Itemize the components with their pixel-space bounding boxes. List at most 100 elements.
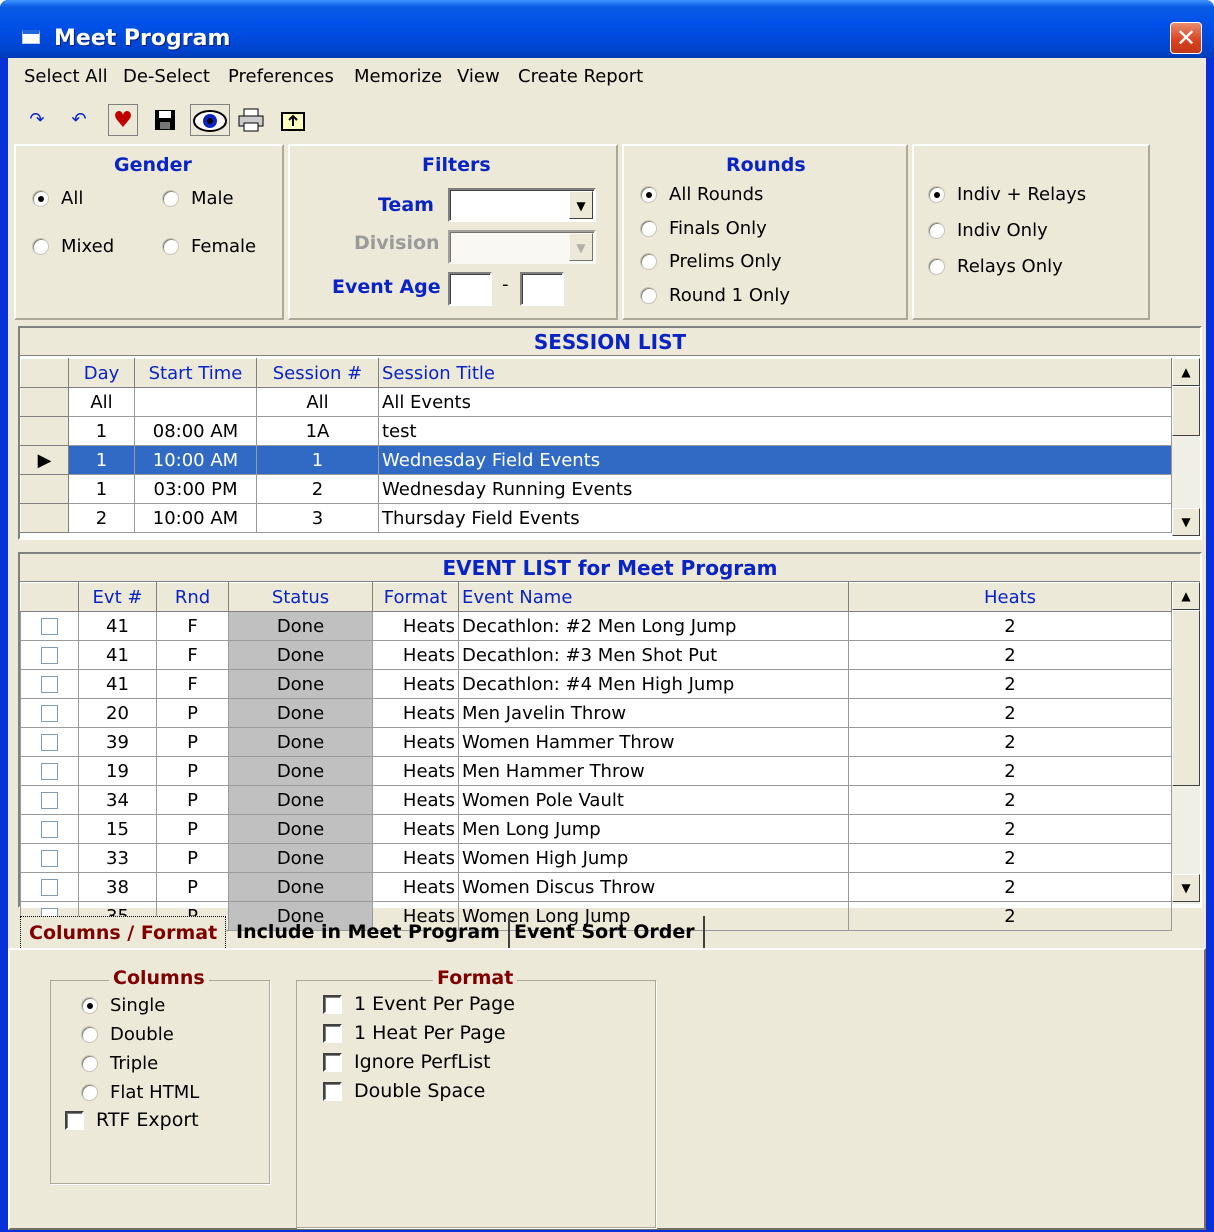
session-row[interactable]: All All All Events: [20, 387, 1172, 417]
evt-number-cell: 38: [78, 872, 157, 902]
session-list-title: SESSION LIST: [20, 328, 1200, 356]
event-row-checkbox[interactable]: [20, 843, 79, 873]
col-session-number[interactable]: Session #: [256, 358, 379, 388]
event-row-checkbox[interactable]: [20, 698, 79, 728]
session-row[interactable]: 1 08:00 AM 1A test: [20, 416, 1172, 446]
event-row[interactable]: 41 F Done Heats Decathlon: #2 Men Long Jump 2: [20, 611, 1172, 641]
close-button[interactable]: ✕: [1170, 22, 1202, 54]
gender-male-radio[interactable]: Male: [162, 188, 234, 209]
event-row[interactable]: 15 P Done Heats Men Long Jump 2: [20, 814, 1172, 844]
session-row-selected[interactable]: ▶ 1 10:00 AM 1 Wednesday Field Events: [20, 445, 1172, 475]
columns-single-radio[interactable]: Single: [81, 995, 165, 1016]
event-row[interactable]: 34 P Done Heats Women Pole Vault 2: [20, 785, 1172, 815]
heats-cell: 2: [848, 843, 1172, 873]
rounds-all-radio[interactable]: All Rounds: [640, 184, 763, 205]
one-heat-per-page-checkbox[interactable]: 1 Heat Per Page: [323, 1022, 506, 1044]
event-row-checkbox[interactable]: [20, 669, 79, 699]
print-icon[interactable]: [236, 104, 266, 136]
col-round[interactable]: Rnd: [156, 582, 229, 612]
scroll-thumb[interactable]: [1172, 610, 1200, 786]
col-format[interactable]: Format: [372, 582, 459, 612]
columns-double-radio[interactable]: Double: [81, 1024, 174, 1045]
undo-icon[interactable]: ↶: [64, 104, 94, 136]
rounds-round1-radio[interactable]: Round 1 Only: [640, 285, 790, 306]
chevron-down-icon[interactable]: ▼: [569, 233, 593, 261]
event-row-checkbox[interactable]: [20, 611, 79, 641]
event-row-checkbox[interactable]: [20, 756, 79, 786]
event-row[interactable]: 20 P Done Heats Men Javelin Throw 2: [20, 698, 1172, 728]
rounds-finals-radio[interactable]: Finals Only: [640, 218, 767, 239]
scroll-down-icon[interactable]: ▼: [1172, 874, 1200, 902]
event-row[interactable]: 19 P Done Heats Men Hammer Throw 2: [20, 756, 1172, 786]
event-row[interactable]: 38 P Done Heats Women Discus Throw 2: [20, 872, 1172, 902]
event-row-checkbox[interactable]: [20, 640, 79, 670]
one-event-per-page-checkbox[interactable]: 1 Event Per Page: [323, 993, 515, 1015]
event-row[interactable]: 39 P Done Heats Women Hammer Throw 2: [20, 727, 1172, 757]
chevron-down-icon[interactable]: ▼: [569, 191, 593, 219]
session-row[interactable]: 2 10:00 AM 3 Thursday Field Events: [20, 503, 1172, 533]
format-cell: Heats: [372, 814, 459, 844]
session-scrollbar[interactable]: ▲ ▼: [1172, 358, 1200, 536]
col-status[interactable]: Status: [228, 582, 373, 612]
col-day[interactable]: Day: [68, 358, 135, 388]
event-scrollbar[interactable]: ▲ ▼: [1172, 582, 1200, 904]
event-age-to-input[interactable]: [520, 272, 564, 306]
export-icon[interactable]: [278, 104, 308, 136]
col-evt-number[interactable]: Evt #: [78, 582, 157, 612]
division-combo[interactable]: ▼: [448, 230, 596, 264]
rtf-export-checkbox[interactable]: RTF Export: [65, 1109, 199, 1131]
event-row-checkbox[interactable]: [20, 814, 79, 844]
tab-event-sort-order[interactable]: Event Sort Order: [506, 916, 705, 950]
event-row[interactable]: 41 F Done Heats Decathlon: #4 Men High Jump 2: [20, 669, 1172, 699]
menu-select-all[interactable]: Select All: [24, 66, 108, 87]
tab-columns-format[interactable]: Columns / Format: [20, 916, 227, 950]
save-icon[interactable]: [150, 104, 180, 136]
scroll-up-icon[interactable]: ▲: [1172, 358, 1200, 386]
team-combo[interactable]: ▼: [448, 188, 596, 222]
evt-number-cell: 41: [78, 611, 157, 641]
rounds-panel: Rounds All Rounds Finals Only Prelims On…: [622, 144, 908, 320]
gender-female-radio[interactable]: Female: [162, 236, 256, 257]
columns-flat-html-radio[interactable]: Flat HTML: [81, 1082, 199, 1103]
col-heats[interactable]: Heats: [848, 582, 1172, 612]
preview-eye-icon[interactable]: [190, 104, 230, 136]
event-row-checkbox[interactable]: [20, 785, 79, 815]
menu-de-select[interactable]: De-Select: [123, 66, 210, 87]
event-row[interactable]: 41 F Done Heats Decathlon: #3 Men Shot Put 2: [20, 640, 1172, 670]
gender-title: Gender: [114, 154, 192, 176]
format-cell: Heats: [372, 843, 459, 873]
col-start-time[interactable]: Start Time: [134, 358, 257, 388]
heats-cell: 2: [848, 698, 1172, 728]
scroll-thumb[interactable]: [1172, 386, 1200, 436]
indiv-relays-radio[interactable]: Indiv + Relays: [928, 184, 1086, 205]
event-age-from-input[interactable]: [448, 272, 492, 306]
relays-only-radio[interactable]: Relays Only: [928, 256, 1063, 277]
gender-mixed-radio[interactable]: Mixed: [32, 236, 114, 257]
event-row-checkbox[interactable]: [20, 727, 79, 757]
col-event-name[interactable]: Event Name: [458, 582, 849, 612]
gender-all-radio[interactable]: All: [32, 188, 83, 209]
columns-triple-radio[interactable]: Triple: [81, 1053, 158, 1074]
indiv-only-radio[interactable]: Indiv Only: [928, 220, 1048, 241]
menu-memorize[interactable]: Memorize: [354, 66, 442, 87]
title-bar[interactable]: Meet Program ✕: [0, 0, 1214, 58]
redo-icon[interactable]: ↷: [22, 104, 52, 136]
event-row-checkbox[interactable]: [20, 872, 79, 902]
menu-view[interactable]: View: [457, 66, 500, 87]
event-list-grid: EVENT LIST for Meet Program Evt # Rnd St…: [18, 552, 1202, 931]
col-session-title[interactable]: Session Title: [378, 358, 1172, 388]
event-name-cell: Decathlon: #2 Men Long Jump: [458, 611, 849, 641]
tab-include-in-meet-program[interactable]: Include in Meet Program: [228, 916, 510, 950]
double-space-checkbox[interactable]: Double Space: [323, 1080, 485, 1102]
session-row[interactable]: 1 03:00 PM 2 Wednesday Running Events: [20, 474, 1172, 504]
event-name-cell: Men Javelin Throw: [458, 698, 849, 728]
ignore-perflist-checkbox[interactable]: Ignore PerfList: [323, 1051, 491, 1073]
scroll-up-icon[interactable]: ▲: [1172, 582, 1200, 610]
format-cell: Heats: [372, 756, 459, 786]
menu-preferences[interactable]: Preferences: [228, 66, 334, 87]
event-row[interactable]: 33 P Done Heats Women High Jump 2: [20, 843, 1172, 873]
scroll-down-icon[interactable]: ▼: [1172, 508, 1200, 536]
heart-icon[interactable]: ♥: [108, 104, 138, 136]
menu-create-report[interactable]: Create Report: [518, 66, 643, 87]
rounds-prelims-radio[interactable]: Prelims Only: [640, 251, 781, 272]
